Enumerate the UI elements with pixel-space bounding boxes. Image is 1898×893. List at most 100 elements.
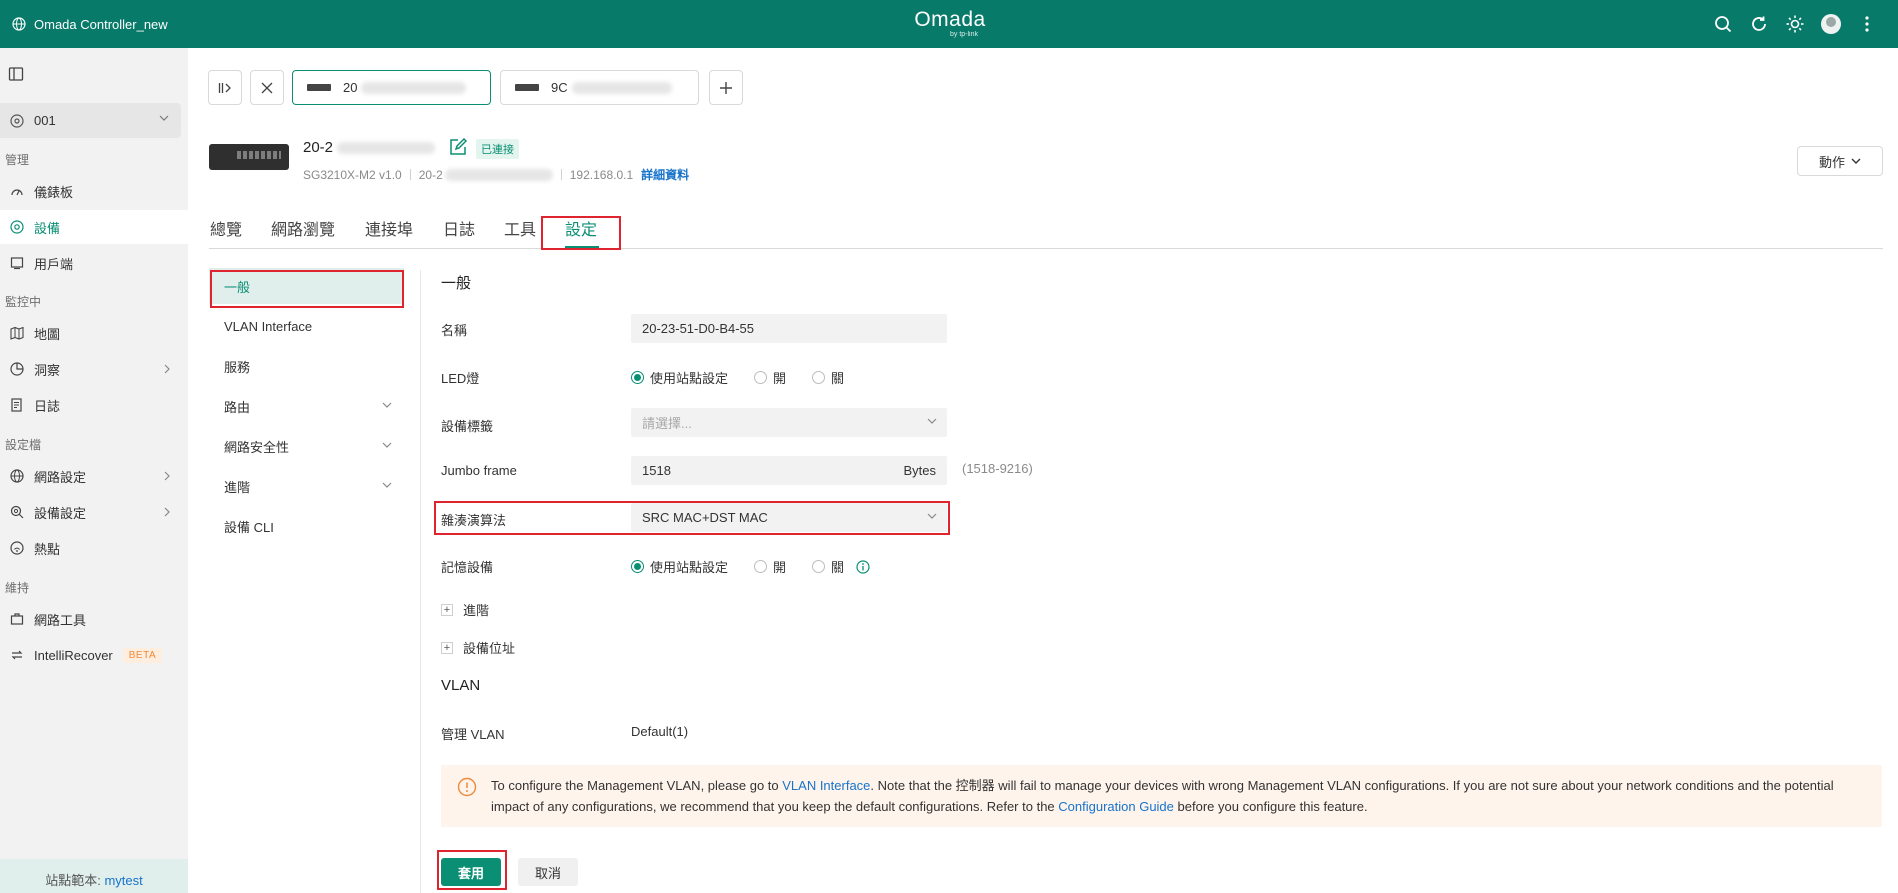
device-tabs: 總覽 網路瀏覽 連接埠 日誌 工具 設定: [209, 206, 1883, 249]
tab-settings[interactable]: 設定: [565, 216, 597, 240]
more-icon[interactable]: [1856, 13, 1878, 35]
mgmt-vlan-label: 管理 VLAN: [441, 727, 505, 742]
device-tab-label: 9C: [551, 80, 568, 95]
refresh-icon[interactable]: [1748, 13, 1770, 35]
tab-network-browse[interactable]: 網路瀏覽: [271, 216, 335, 240]
section-title-general: 一般: [441, 275, 472, 292]
cancel-button[interactable]: 取消: [518, 858, 578, 886]
apply-button[interactable]: 套用: [441, 858, 501, 886]
expand-panel-icon: [218, 82, 232, 94]
logo-subtext: by tp-link: [949, 31, 978, 38]
sidebar-item-map[interactable]: 地圖: [0, 316, 188, 350]
led-radio-site[interactable]: 使用站點設定: [631, 368, 728, 387]
action-dropdown-button[interactable]: 動作: [1797, 146, 1883, 176]
chevron-down-icon: [927, 418, 937, 424]
mgmt-vlan-warning: To configure the Management VLAN, please…: [441, 765, 1882, 827]
led-radio-on[interactable]: 開: [754, 368, 786, 387]
sidebar-item-hotspot[interactable]: 熱點: [0, 531, 188, 565]
sidebar-item-device-config[interactable]: 設備設定: [0, 495, 188, 529]
sidebar-item-clients[interactable]: 用戶端: [0, 246, 188, 280]
info-icon[interactable]: [856, 559, 870, 574]
device-tab-1[interactable]: 20: [292, 70, 491, 105]
subnav-routing[interactable]: 路由: [209, 388, 404, 424]
tab-tools[interactable]: 工具: [504, 216, 536, 240]
name-input[interactable]: 20-23-51-D0-B4-55: [631, 314, 947, 343]
sidebar-item-label: 網路工具: [34, 612, 87, 628]
mgmt-vlan-value: Default(1): [631, 724, 689, 739]
device-tag-placeholder: 請選擇...: [642, 416, 692, 431]
toolbox-icon: [10, 612, 24, 626]
avatar[interactable]: [1820, 13, 1842, 35]
device-location-expander[interactable]: + 設備位址: [441, 638, 515, 657]
expand-panel-button[interactable]: [208, 70, 242, 105]
chevron-right-icon: [164, 364, 170, 374]
sidebar-item-network-config[interactable]: 網路設定: [0, 459, 188, 493]
advanced-expander[interactable]: + 進階: [441, 600, 489, 619]
jumbo-frame-value: 1518: [642, 463, 671, 478]
led-label: LED燈: [441, 371, 480, 386]
sidebar-item-devices[interactable]: 設備: [0, 210, 188, 244]
tab-ports[interactable]: 連接埠: [365, 216, 413, 240]
edit-icon[interactable]: [449, 138, 467, 156]
brightness-icon[interactable]: [1784, 13, 1806, 35]
subnav-vlan-interface[interactable]: VLAN Interface: [209, 308, 404, 344]
logo-text: Omada: [914, 8, 986, 31]
jumbo-frame-unit: Bytes: [903, 463, 936, 478]
close-panel-button[interactable]: [250, 70, 284, 105]
chevron-down-icon: [1851, 158, 1861, 164]
configuration-guide-link[interactable]: Configuration Guide: [1058, 799, 1174, 814]
redacted-text: [361, 81, 467, 94]
status-badge: 已連接: [476, 139, 519, 159]
vlan-interface-link[interactable]: VLAN Interface: [782, 778, 870, 793]
device-config-icon: [10, 505, 24, 519]
search-icon[interactable]: [1712, 13, 1734, 35]
memory-radio-on[interactable]: 開: [754, 557, 786, 576]
radio-button: [812, 371, 826, 384]
sidebar-item-dashboard[interactable]: 儀錶板: [0, 174, 188, 208]
device-ip: 192.168.0.1: [569, 167, 634, 182]
radio-button: [812, 560, 826, 573]
add-tab-button[interactable]: [709, 70, 743, 105]
action-label: 動作: [1818, 154, 1845, 170]
subnav-general[interactable]: 一般: [209, 268, 404, 304]
subnav-advanced[interactable]: 進階: [209, 468, 404, 504]
tab-log[interactable]: 日誌: [443, 216, 475, 240]
divider: [409, 169, 411, 180]
location-pin-icon: [10, 113, 24, 128]
controller-title[interactable]: Omada Controller_new: [12, 0, 168, 48]
section-manage: 管理: [5, 153, 30, 167]
sidebar-item-log[interactable]: 日誌: [0, 388, 188, 422]
sidebar-item-intellirecover[interactable]: IntelliRecover BETA: [0, 638, 188, 672]
site-template-link[interactable]: mytest: [104, 873, 142, 888]
sidebar-item-insight[interactable]: 洞察: [0, 352, 188, 386]
divider: [420, 270, 421, 893]
subnav-network-security[interactable]: 網路安全性: [209, 428, 404, 464]
redacted-text: [444, 168, 553, 181]
details-link[interactable]: 詳細資料: [641, 166, 689, 183]
tab-overview[interactable]: 總覽: [210, 216, 242, 240]
device-tag-label: 設備標籤: [441, 419, 494, 434]
device-tag-select[interactable]: 請選擇...: [631, 408, 947, 437]
radio-button: [631, 371, 644, 384]
device-model: SG3210X-M2 v1.0: [303, 167, 402, 182]
chevron-down-icon: [382, 442, 392, 448]
subnav-device-cli[interactable]: 設備 CLI: [209, 508, 404, 544]
led-radio-off[interactable]: 關: [812, 368, 844, 387]
jumbo-frame-range: (1518-9216): [962, 461, 1033, 476]
hash-algorithm-select[interactable]: SRC MAC+DST MAC: [631, 503, 947, 532]
site-selector[interactable]: 001: [0, 103, 181, 138]
advanced-label: 進階: [463, 603, 490, 618]
section-profiles: 設定檔: [5, 438, 42, 452]
memory-radio-site[interactable]: 使用站點設定: [631, 557, 728, 576]
memory-radio-off[interactable]: 關: [812, 557, 844, 576]
device-tab-2[interactable]: 9C: [500, 70, 699, 105]
subnav-services[interactable]: 服務: [209, 348, 404, 384]
divider: [560, 169, 562, 180]
radio-label: 關: [831, 560, 845, 575]
jumbo-frame-input[interactable]: 1518 Bytes: [631, 456, 947, 485]
sidebar-item-label: 儀錶板: [34, 184, 74, 200]
device-tab-label: 20: [343, 80, 358, 95]
sidebar-item-network-tools[interactable]: 網路工具: [0, 602, 188, 636]
sidebar-collapse-icon[interactable]: [8, 66, 24, 82]
log-icon: [10, 398, 24, 412]
